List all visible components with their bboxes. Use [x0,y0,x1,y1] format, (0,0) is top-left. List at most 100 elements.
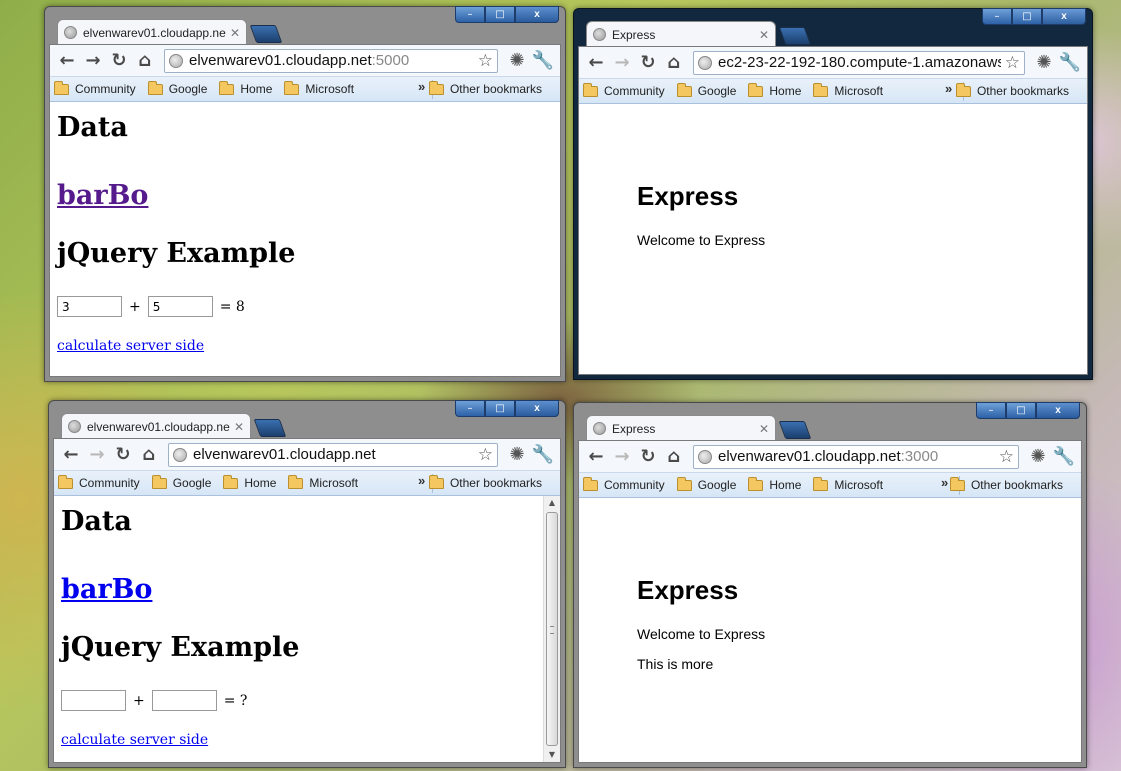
bookmark-community[interactable]: Community [58,474,140,490]
folder-icon [949,476,965,491]
reload-icon[interactable]: ↻ [110,442,136,468]
bookmark-google[interactable]: Google [151,474,211,490]
wrench-icon[interactable]: 🔧 [530,442,556,468]
welcome-text: Welcome to Express [637,232,766,248]
bookmark-microsoft[interactable]: Microsoft [284,80,354,96]
other-bookmarks[interactable]: Other bookmarks [428,474,542,490]
url-text[interactable]: elvenwarev01.cloudapp.net [193,446,474,463]
url-port: :5000 [371,52,410,69]
scrollbar-thumb[interactable] [546,512,558,746]
reload-icon[interactable]: ↻ [635,50,661,76]
extension-icon[interactable]: ✺ [504,442,530,468]
forward-arrow-icon[interactable]: → [609,444,635,470]
star-icon[interactable]: ☆ [1005,53,1020,73]
address-bar[interactable]: ec2-23-22-192-180.compute-1.amazonaws.co… [693,50,1025,75]
star-icon[interactable]: ☆ [478,445,493,465]
bookmark-community[interactable]: Community [583,82,665,98]
forward-arrow-icon[interactable]: → [609,50,635,76]
back-arrow-icon[interactable]: ← [54,48,80,74]
wrench-icon[interactable]: 🔧 [530,48,556,74]
bookmark-google[interactable]: Google [676,82,736,98]
home-icon[interactable]: ⌂ [661,444,687,470]
bookmarks-overflow-chevron-icon[interactable]: » [418,79,425,94]
browser-tab[interactable]: elvenwarev01.cloudapp.net ✕ [61,413,251,439]
tab-strip: Express ✕ [582,413,1078,441]
reload-icon[interactable]: ↻ [106,48,132,74]
browser-tab[interactable]: elvenwarev01.cloudapp.net ✕ [57,19,247,45]
bookmark-home[interactable]: Home [219,80,272,96]
folder-icon [813,476,829,491]
bookmark-home[interactable]: Home [748,476,801,492]
home-icon[interactable]: ⌂ [136,442,162,468]
bookmarks-overflow-chevron-icon[interactable]: » [941,475,948,490]
number-b-input[interactable] [151,690,217,711]
bookmark-google[interactable]: Google [147,80,207,96]
tab-close-icon[interactable]: ✕ [230,26,240,40]
back-arrow-icon[interactable]: ← [58,442,84,468]
url-text[interactable]: ec2-23-22-192-180.compute-1.amazonaws.co… [718,54,1001,71]
home-icon[interactable]: ⌂ [661,50,687,76]
wrench-icon[interactable]: 🔧 [1051,444,1077,470]
address-bar[interactable]: elvenwarev01.cloudapp.net:5000 ☆ [164,48,498,73]
back-arrow-icon[interactable]: ← [583,50,609,76]
bookmark-home[interactable]: Home [748,82,801,98]
bookmark-home[interactable]: Home [223,474,276,490]
home-icon[interactable]: ⌂ [132,48,158,74]
page-heading-jquery: jQuery Example [57,238,296,269]
extension-icon[interactable]: ✺ [1031,50,1057,76]
number-b-input[interactable] [147,296,213,317]
other-bookmarks[interactable]: Other bookmarks [949,476,1063,492]
tab-close-icon[interactable]: ✕ [759,422,769,436]
other-bookmarks[interactable]: Other bookmarks [428,80,542,96]
bookmarks-overflow-chevron-icon[interactable]: » [418,473,425,488]
folder-icon [219,80,235,95]
url-text[interactable]: elvenwarev01.cloudapp.net:5000 [189,52,474,69]
reload-icon[interactable]: ↻ [635,444,661,470]
forward-arrow-icon[interactable]: → [80,48,106,74]
new-tab-button[interactable] [778,27,812,45]
forward-arrow-icon[interactable]: → [84,442,110,468]
bookmark-microsoft[interactable]: Microsoft [813,476,884,492]
wrench-icon[interactable]: 🔧 [1057,50,1083,76]
browser-tab[interactable]: Express ✕ [586,21,776,47]
plus-sign: + [129,298,141,315]
other-bookmarks[interactable]: Other bookmarks [955,82,1069,98]
number-a-input[interactable] [61,690,126,711]
bookmark-microsoft[interactable]: Microsoft [288,474,358,490]
new-tab-button[interactable] [249,25,283,43]
bookmark-community[interactable]: Community [54,80,136,96]
new-tab-button[interactable] [778,421,812,439]
folder-icon [284,80,300,95]
number-a-input[interactable] [57,296,122,317]
bookmark-label: Microsoft [834,478,884,492]
new-tab-button[interactable] [253,419,287,437]
tab-close-icon[interactable]: ✕ [234,420,244,434]
bookmark-microsoft[interactable]: Microsoft [813,82,883,98]
bookmark-label: Community [75,82,136,96]
scroll-down-icon[interactable]: ▼ [544,748,560,762]
extension-icon[interactable]: ✺ [1025,444,1051,470]
star-icon[interactable]: ☆ [478,51,493,71]
barbo-link[interactable]: barBo [57,180,148,211]
extension-icon[interactable]: ✺ [504,48,530,74]
globe-icon [593,422,606,435]
address-bar[interactable]: elvenwarev01.cloudapp.net ☆ [168,442,498,467]
bookmark-community[interactable]: Community [583,476,665,492]
browser-window-top-right: – □ x Express ✕ ← → ↻ ⌂ ec2-23-22-192-18… [573,8,1093,380]
url-text[interactable]: elvenwarev01.cloudapp.net:3000 [718,448,995,465]
calculate-server-side-link[interactable]: calculate server side [61,732,208,748]
bookmarks-bar: Community Google Home Microsoft » Other … [579,79,1087,104]
address-bar[interactable]: elvenwarev01.cloudapp.net:3000 ☆ [693,444,1019,469]
bookmarks-overflow-chevron-icon[interactable]: » [945,81,952,96]
star-icon[interactable]: ☆ [999,447,1014,467]
barbo-link[interactable]: barBo [61,574,152,605]
calculate-server-side-link[interactable]: calculate server side [57,338,204,354]
bookmark-google[interactable]: Google [676,476,736,492]
tab-close-icon[interactable]: ✕ [759,28,769,42]
url-port: :3000 [900,448,939,465]
back-arrow-icon[interactable]: ← [583,444,609,470]
scroll-up-icon[interactable]: ▲ [544,496,560,510]
browser-tab[interactable]: Express ✕ [586,415,776,441]
url-host: ec2-23-22-192-180.compute-1.amazonaws.co… [718,54,1001,71]
vertical-scrollbar[interactable]: ▲ ▼ [543,496,560,762]
